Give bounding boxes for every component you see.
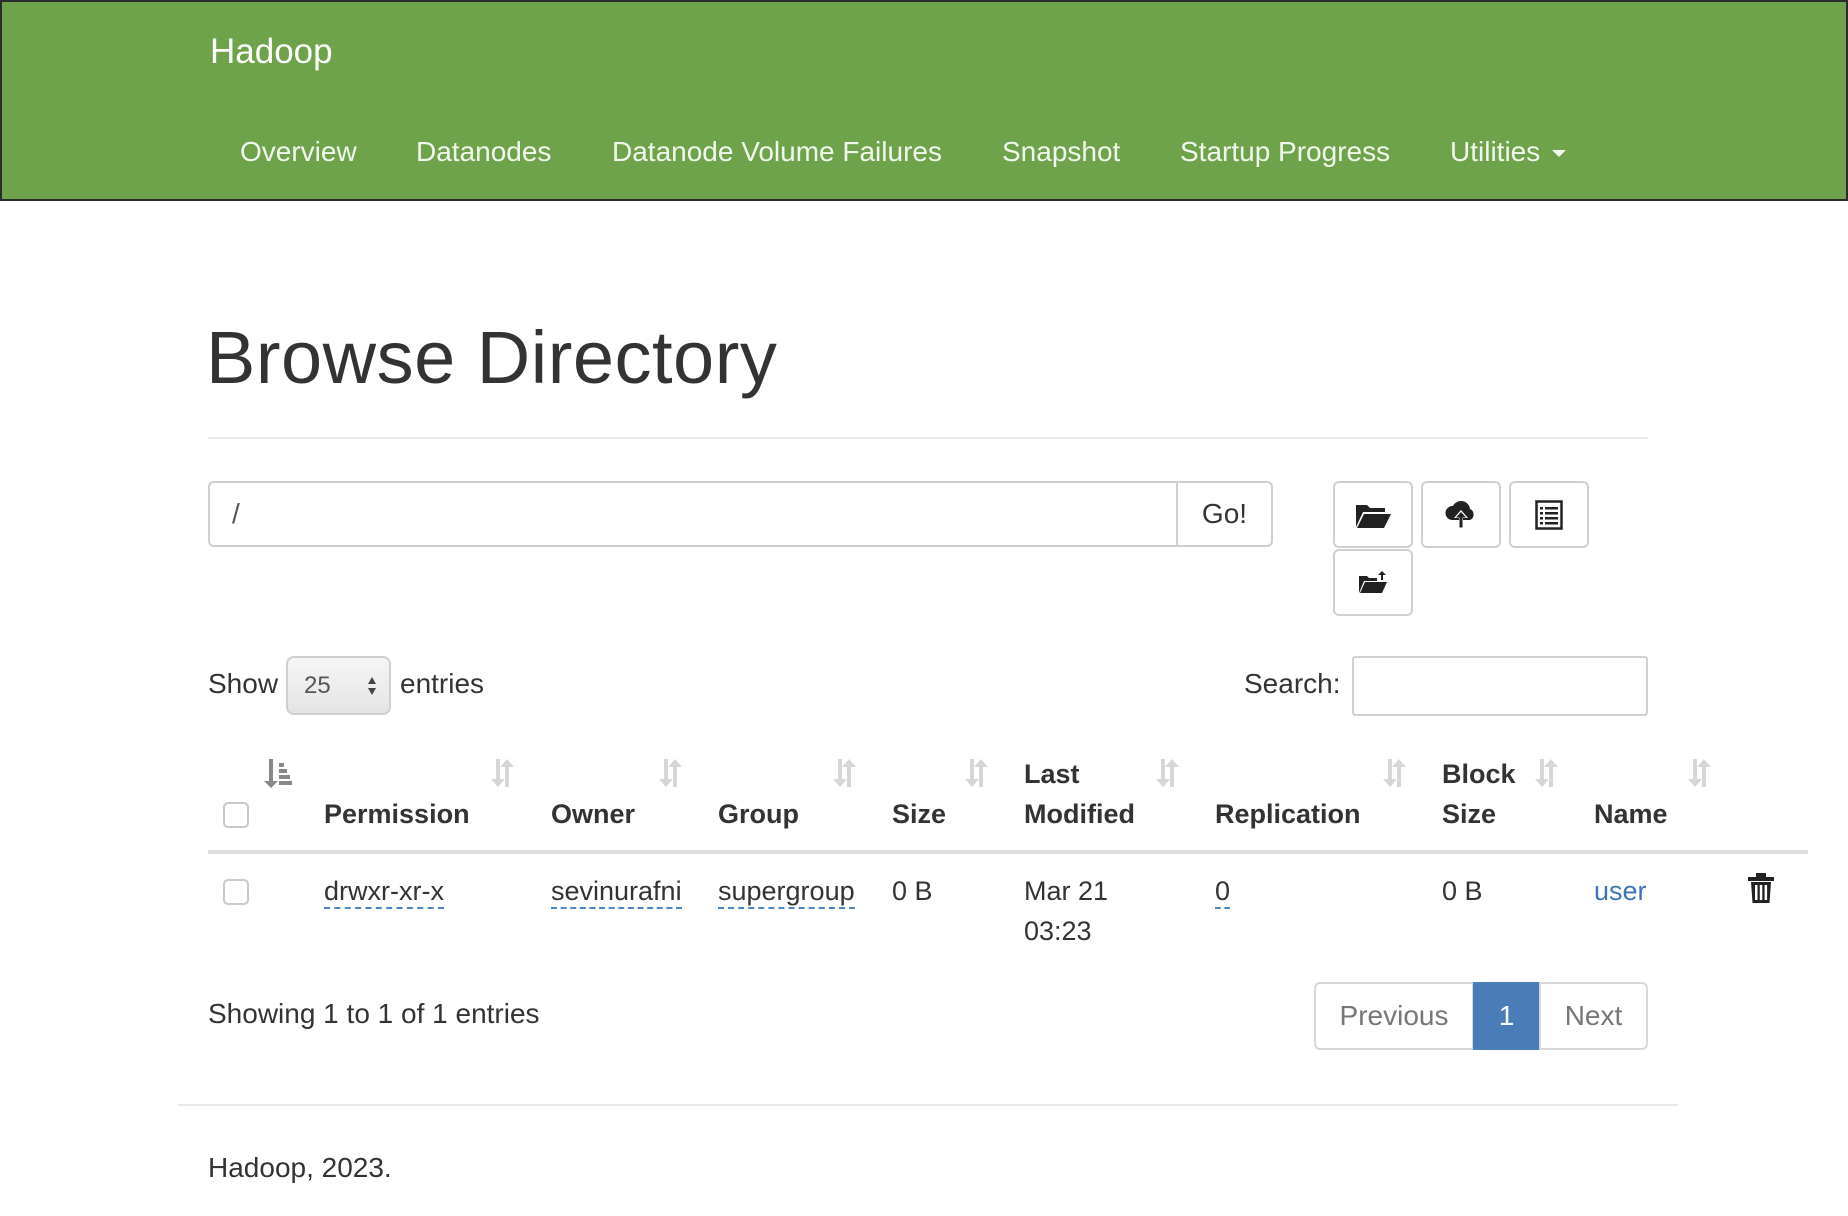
pagination-next-button[interactable]: Next: [1539, 982, 1648, 1050]
column-header-last-modified-line2: Modified: [1024, 799, 1135, 829]
move-button[interactable]: [1333, 549, 1413, 616]
cell-replication[interactable]: 0: [1215, 871, 1231, 911]
nav-item-snapshot[interactable]: Snapshot: [1002, 132, 1120, 172]
table-info: Showing 1 to 1 of 1 entries: [208, 998, 540, 1029]
page-title: Browse Directory: [206, 316, 778, 399]
pagination-previous-button[interactable]: Previous: [1314, 982, 1474, 1050]
sort-toggle-icon[interactable]: [830, 757, 860, 789]
table-header-divider: [208, 850, 1808, 854]
select-updown-icon: [368, 677, 376, 695]
last-modified-date: Mar 21: [1024, 876, 1109, 906]
file-name-link[interactable]: user: [1594, 871, 1647, 911]
cell-owner[interactable]: sevinurafni: [551, 871, 682, 911]
title-divider: [208, 437, 1648, 439]
entries-label: entries: [400, 668, 485, 699]
show-label: Show: [208, 668, 279, 699]
trash-icon[interactable]: [1747, 872, 1775, 904]
column-header-block-size-line1: Block: [1442, 759, 1516, 789]
cloud-upload-icon: [1445, 500, 1474, 529]
column-header-block-size-line2: Size: [1442, 799, 1497, 829]
navbar-brand[interactable]: Hadoop: [210, 30, 333, 74]
upload-files-button[interactable]: [1421, 481, 1501, 548]
column-header-size[interactable]: Size: [892, 794, 946, 834]
pagination-page-1-button[interactable]: 1: [1473, 982, 1540, 1050]
cell-last-modified: Mar 21 03:23: [1024, 871, 1108, 951]
sort-toggle-icon[interactable]: [1153, 757, 1183, 789]
create-directory-button[interactable]: [1333, 481, 1413, 548]
sort-ascending-icon[interactable]: [262, 757, 292, 789]
cell-block-size: 0 B: [1442, 876, 1483, 906]
column-header-permission[interactable]: Permission: [324, 794, 470, 834]
nav-item-datanode-volume-failures[interactable]: Datanode Volume Failures: [612, 132, 942, 172]
column-header-last-modified-line1: Last: [1024, 759, 1080, 789]
nav-item-datanodes[interactable]: Datanodes: [416, 132, 551, 172]
search-input[interactable]: [1352, 656, 1648, 716]
sort-toggle-icon[interactable]: [962, 757, 992, 789]
column-header-block-size[interactable]: Block Size: [1442, 754, 1516, 834]
path-input[interactable]: /: [208, 481, 1178, 547]
cell-permission[interactable]: drwxr-xr-x: [324, 871, 444, 911]
select-all-checkbox[interactable]: [223, 802, 249, 828]
row-checkbox[interactable]: [223, 879, 249, 905]
column-header-owner[interactable]: Owner: [551, 794, 635, 834]
replication-value: 0: [1215, 876, 1231, 909]
sort-toggle-icon[interactable]: [1380, 757, 1410, 789]
top-navbar: Hadoop Overview Datanodes Datanode Volum…: [0, 0, 1848, 201]
column-header-last-modified[interactable]: Last Modified: [1024, 754, 1135, 834]
sort-toggle-icon[interactable]: [1685, 757, 1715, 789]
cell-group[interactable]: supergroup: [718, 871, 855, 911]
nav-item-utilities-label: Utilities: [1450, 136, 1541, 167]
footer-divider: [178, 1104, 1678, 1106]
column-header-group[interactable]: Group: [718, 794, 799, 834]
go-button[interactable]: Go!: [1176, 481, 1273, 547]
last-modified-time: 03:23: [1024, 916, 1092, 946]
permission-value: drwxr-xr-x: [324, 876, 444, 909]
nav-item-utilities[interactable]: Utilities: [1450, 132, 1567, 172]
chevron-down-icon: [1552, 150, 1567, 158]
nav-item-startup-progress[interactable]: Startup Progress: [1180, 132, 1390, 172]
list-icon: [1535, 499, 1563, 530]
entries-select-value: 25: [304, 672, 331, 699]
nav-item-overview[interactable]: Overview: [240, 132, 357, 172]
cell-size: 0 B: [892, 876, 933, 906]
cut-paste-button[interactable]: [1509, 481, 1589, 548]
folder-move-icon: [1359, 570, 1387, 593]
entries-per-page-select[interactable]: 25: [286, 656, 391, 715]
column-header-name[interactable]: Name: [1594, 794, 1668, 834]
column-header-replication[interactable]: Replication: [1215, 794, 1361, 834]
footer-text: Hadoop, 2023.: [208, 1152, 392, 1183]
sort-toggle-icon[interactable]: [656, 757, 686, 789]
group-value: supergroup: [718, 876, 855, 909]
sort-toggle-icon[interactable]: [1532, 757, 1562, 789]
search-label: Search:: [1244, 668, 1341, 699]
sort-toggle-icon[interactable]: [488, 757, 518, 789]
owner-value: sevinurafni: [551, 876, 682, 909]
folder-open-icon: [1356, 504, 1391, 528]
